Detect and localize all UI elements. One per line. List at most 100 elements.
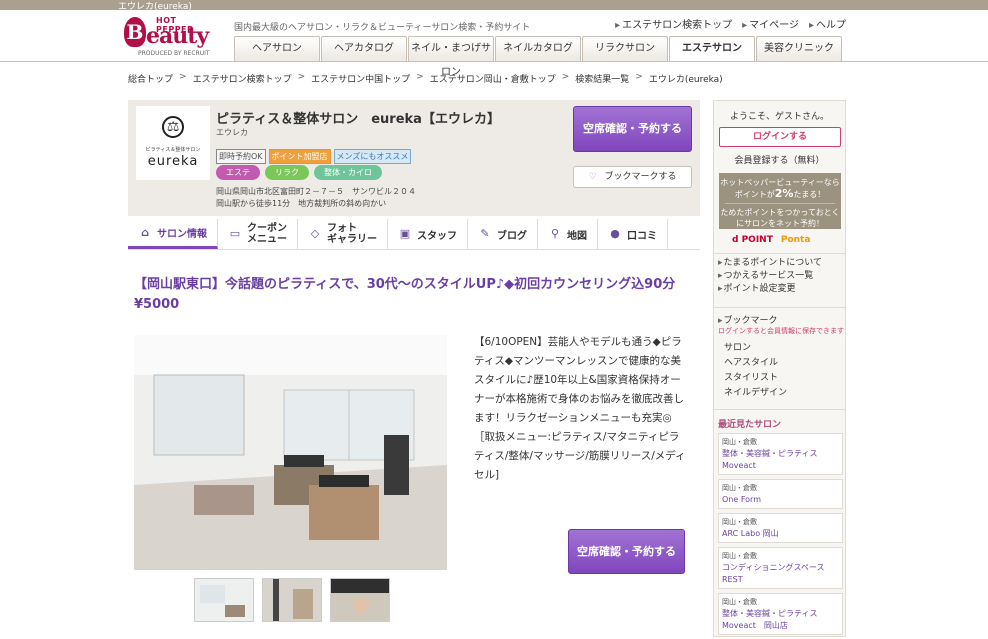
recent-salon-item[interactable]: 岡山・倉敷 One Form xyxy=(718,479,843,509)
point-line2: ポイントが2%たまる！ xyxy=(734,187,826,200)
category-tabs: ヘアサロン ヘアカタログ ネイル・まつげサロン ネイルカタログ リラクサロン エ… xyxy=(234,36,842,78)
subtab-blog[interactable]: ✎ ブログ xyxy=(468,219,538,249)
site-tagline: 国内最大級のヘアサロン・リラク＆ビューティーサロン検索・予約サイト xyxy=(234,23,531,33)
salon-description: 【6/10OPEN】芸能人やモデルも通う◆ピラティス◆マンツーマンレッスンで健康… xyxy=(474,336,686,481)
logo-main-text: eauty xyxy=(146,23,209,49)
tab-esthe-salon[interactable]: エステサロン xyxy=(669,36,755,62)
subtab-coupon-menu[interactable]: ▭ クーポン メニュー xyxy=(218,219,298,249)
photo-icon: ◇ xyxy=(310,227,320,240)
point-line3: ためたポイントをつかっておとくにサロンをネット予約！ xyxy=(720,208,840,228)
bookmark-links: サロン ヘアスタイル スタイリスト ネイルデザイン xyxy=(724,341,787,401)
heart-icon: ♡ xyxy=(588,172,597,182)
pencil-icon: ✎ xyxy=(480,227,490,240)
breadcrumb-item[interactable]: エステサロン岡山・倉敷トップ xyxy=(430,72,556,85)
map-pin-icon: ⚲ xyxy=(550,227,560,240)
mypage-link[interactable]: マイページ xyxy=(742,16,799,31)
subnav-divider xyxy=(128,249,700,250)
tag-mens: メンズにもオススメ xyxy=(333,149,412,164)
bookmark-label: ブックマークする xyxy=(604,172,677,182)
subtab-reviews[interactable]: ● 口コミ xyxy=(598,219,668,249)
tab-relax-salon[interactable]: リラクサロン xyxy=(582,36,668,61)
subtab-map[interactable]: ⚲ 地図 xyxy=(538,219,598,249)
tab-nail-eyelash[interactable]: ネイル・まつげサロン xyxy=(408,36,494,78)
point-divider xyxy=(725,203,835,204)
ponta-logo: Ponta xyxy=(780,235,811,245)
recent-salon-item[interactable]: 岡山・倉敷 整体・美容鍼・ピラティス Moveact 岡山店 xyxy=(718,593,843,635)
subtab-label: クーポン メニュー xyxy=(247,223,287,245)
bookmark-link[interactable]: ヘアスタイル xyxy=(724,356,787,371)
subtab-label: 口コミ xyxy=(627,230,657,242)
window-title-bar: エウレカ(eureka) xyxy=(0,0,988,12)
window-title: エウレカ(eureka) xyxy=(118,2,192,12)
breadcrumb-current: エウレカ(eureka) xyxy=(648,75,723,85)
breadcrumb-item[interactable]: 総合トップ xyxy=(128,72,173,85)
tab-hair-catalog[interactable]: ヘアカタログ xyxy=(321,36,407,61)
salon-address: 岡山県岡山市北区富田町２－７－５ サンワビル２０４ 岡山駅から徒歩11分 地方裁… xyxy=(216,186,416,210)
point-link[interactable]: たまるポイントについて xyxy=(718,257,822,270)
salon-name: ピラティス＆整体サロン eureka【エウレカ】 xyxy=(216,112,500,127)
tab-hair-salon[interactable]: ヘアサロン xyxy=(234,36,320,61)
help-link[interactable]: ヘルプ xyxy=(809,16,846,31)
bookmark-link[interactable]: サロン xyxy=(724,341,787,356)
esthe-top-link[interactable]: エステサロン検索トップ xyxy=(615,16,732,31)
bookmark-note: ログインすると会員情報に保存できます xyxy=(718,327,844,335)
subtab-salon-info[interactable]: ⌂ サロン情報 xyxy=(128,219,218,249)
subtab-staff[interactable]: ▣ スタッフ xyxy=(388,219,468,249)
subtab-photo-gallery[interactable]: ◇ フォト ギャラリー xyxy=(298,219,388,249)
breadcrumb-item[interactable]: エステサロン検索トップ xyxy=(193,72,292,85)
bookmark-link[interactable]: ネイルデザイン xyxy=(724,386,787,401)
tab-nail-catalog[interactable]: ネイルカタログ xyxy=(495,36,581,61)
address-line: 岡山県岡山市北区富田町２－７－５ サンワビル２０４ xyxy=(216,187,416,196)
logo-b: B xyxy=(124,17,146,47)
reserve-button-top[interactable]: 空席確認・予約する xyxy=(573,106,692,152)
photo-thumbnails xyxy=(194,578,390,622)
subtab-label: 地図 xyxy=(567,230,587,242)
register-link[interactable]: 会員登録する（無料） xyxy=(714,153,845,166)
login-button[interactable]: ログインする xyxy=(719,127,841,147)
salon-catchcopy: 【岡山駅東口】今話題のピラティスで、30代～のスタイルUP♪◆初回カウンセリング… xyxy=(134,277,676,312)
sidebar-divider xyxy=(714,409,845,410)
coupon-icon: ▭ xyxy=(229,227,241,240)
recent-salons-list: 岡山・倉敷 整体・美容鍼・ピラティス Moveact 岡山・倉敷 One Form … xyxy=(718,433,843,639)
point-link[interactable]: つかえるサービス一覧 xyxy=(718,270,822,283)
thumbnail-photo[interactable] xyxy=(330,578,390,622)
comment-icon: ● xyxy=(610,227,620,240)
bookmark-button[interactable]: ♡ ブックマークする xyxy=(573,166,692,188)
thumbnail-photo[interactable] xyxy=(262,578,322,622)
salon-logo-name: eureka xyxy=(147,154,199,169)
category-relax: リラク xyxy=(265,165,309,180)
point-link[interactable]: ポイント設定変更 xyxy=(718,283,822,296)
access-line: 岡山駅から徒歩11分 地方裁判所の斜め向かい xyxy=(216,199,387,208)
sidebar: ようこそ、ゲストさん。 ログインする 会員登録する（無料） ホットペッパービュー… xyxy=(713,100,846,637)
subtab-label: フォト ギャラリー xyxy=(327,223,377,245)
salon-kana: エウレカ xyxy=(216,128,248,137)
recent-salon-item[interactable]: 岡山・倉敷 ARC Labo 岡山 xyxy=(718,513,843,543)
subtab-label: スタッフ xyxy=(417,230,457,242)
salon-tags: 即時予約OK ポイント加盟店 メンズにもオススメ xyxy=(216,149,412,164)
sidebar-divider xyxy=(714,307,845,308)
subtab-label: サロン情報 xyxy=(157,229,207,240)
tab-beauty-clinic[interactable]: 美容クリニック xyxy=(756,36,842,61)
sidebar-divider xyxy=(714,253,845,254)
welcome-text: ようこそ、ゲストさん。 xyxy=(729,112,829,122)
salon-main-photo[interactable] xyxy=(134,335,447,570)
breadcrumb-item[interactable]: 検索結果一覧 xyxy=(575,72,629,85)
category-seitai: 整体・カイロ xyxy=(314,165,382,180)
salon-categories: エステ リラク 整体・カイロ xyxy=(216,165,382,180)
point-links: たまるポイントについて つかえるサービス一覧 ポイント設定変更 xyxy=(718,257,822,296)
point-banner[interactable]: ホットペッパービューティーなら ポイントが2%たまる！ ためたポイントをつかって… xyxy=(719,173,841,229)
d-point-logo: d POINT xyxy=(732,235,773,245)
salon-logo-sub: ピラティス＆整体サロン xyxy=(145,147,201,153)
hotpepper-beauty-logo[interactable]: B HOT PEPPER eauty PRODUCED BY RECRUIT xyxy=(124,14,216,58)
reserve-button-main[interactable]: 空席確認・予約する xyxy=(568,529,685,574)
recent-salon-item[interactable]: 岡山・倉敷 コンディショニングスペース REST xyxy=(718,547,843,589)
bookmark-title: ブックマーク xyxy=(718,313,778,326)
bookmark-link[interactable]: スタイリスト xyxy=(724,371,787,386)
thumbnail-photo[interactable] xyxy=(194,578,254,622)
logo-produced-text: PRODUCED BY RECRUIT xyxy=(138,50,210,57)
home-icon: ⌂ xyxy=(141,225,149,239)
recent-salon-item[interactable]: 岡山・倉敷 整体・美容鍼・ピラティス Moveact xyxy=(718,433,843,475)
breadcrumb-item[interactable]: エステサロン中国トップ xyxy=(311,72,410,85)
tag-point-member: ポイント加盟店 xyxy=(268,149,331,164)
nav-divider xyxy=(0,61,988,62)
